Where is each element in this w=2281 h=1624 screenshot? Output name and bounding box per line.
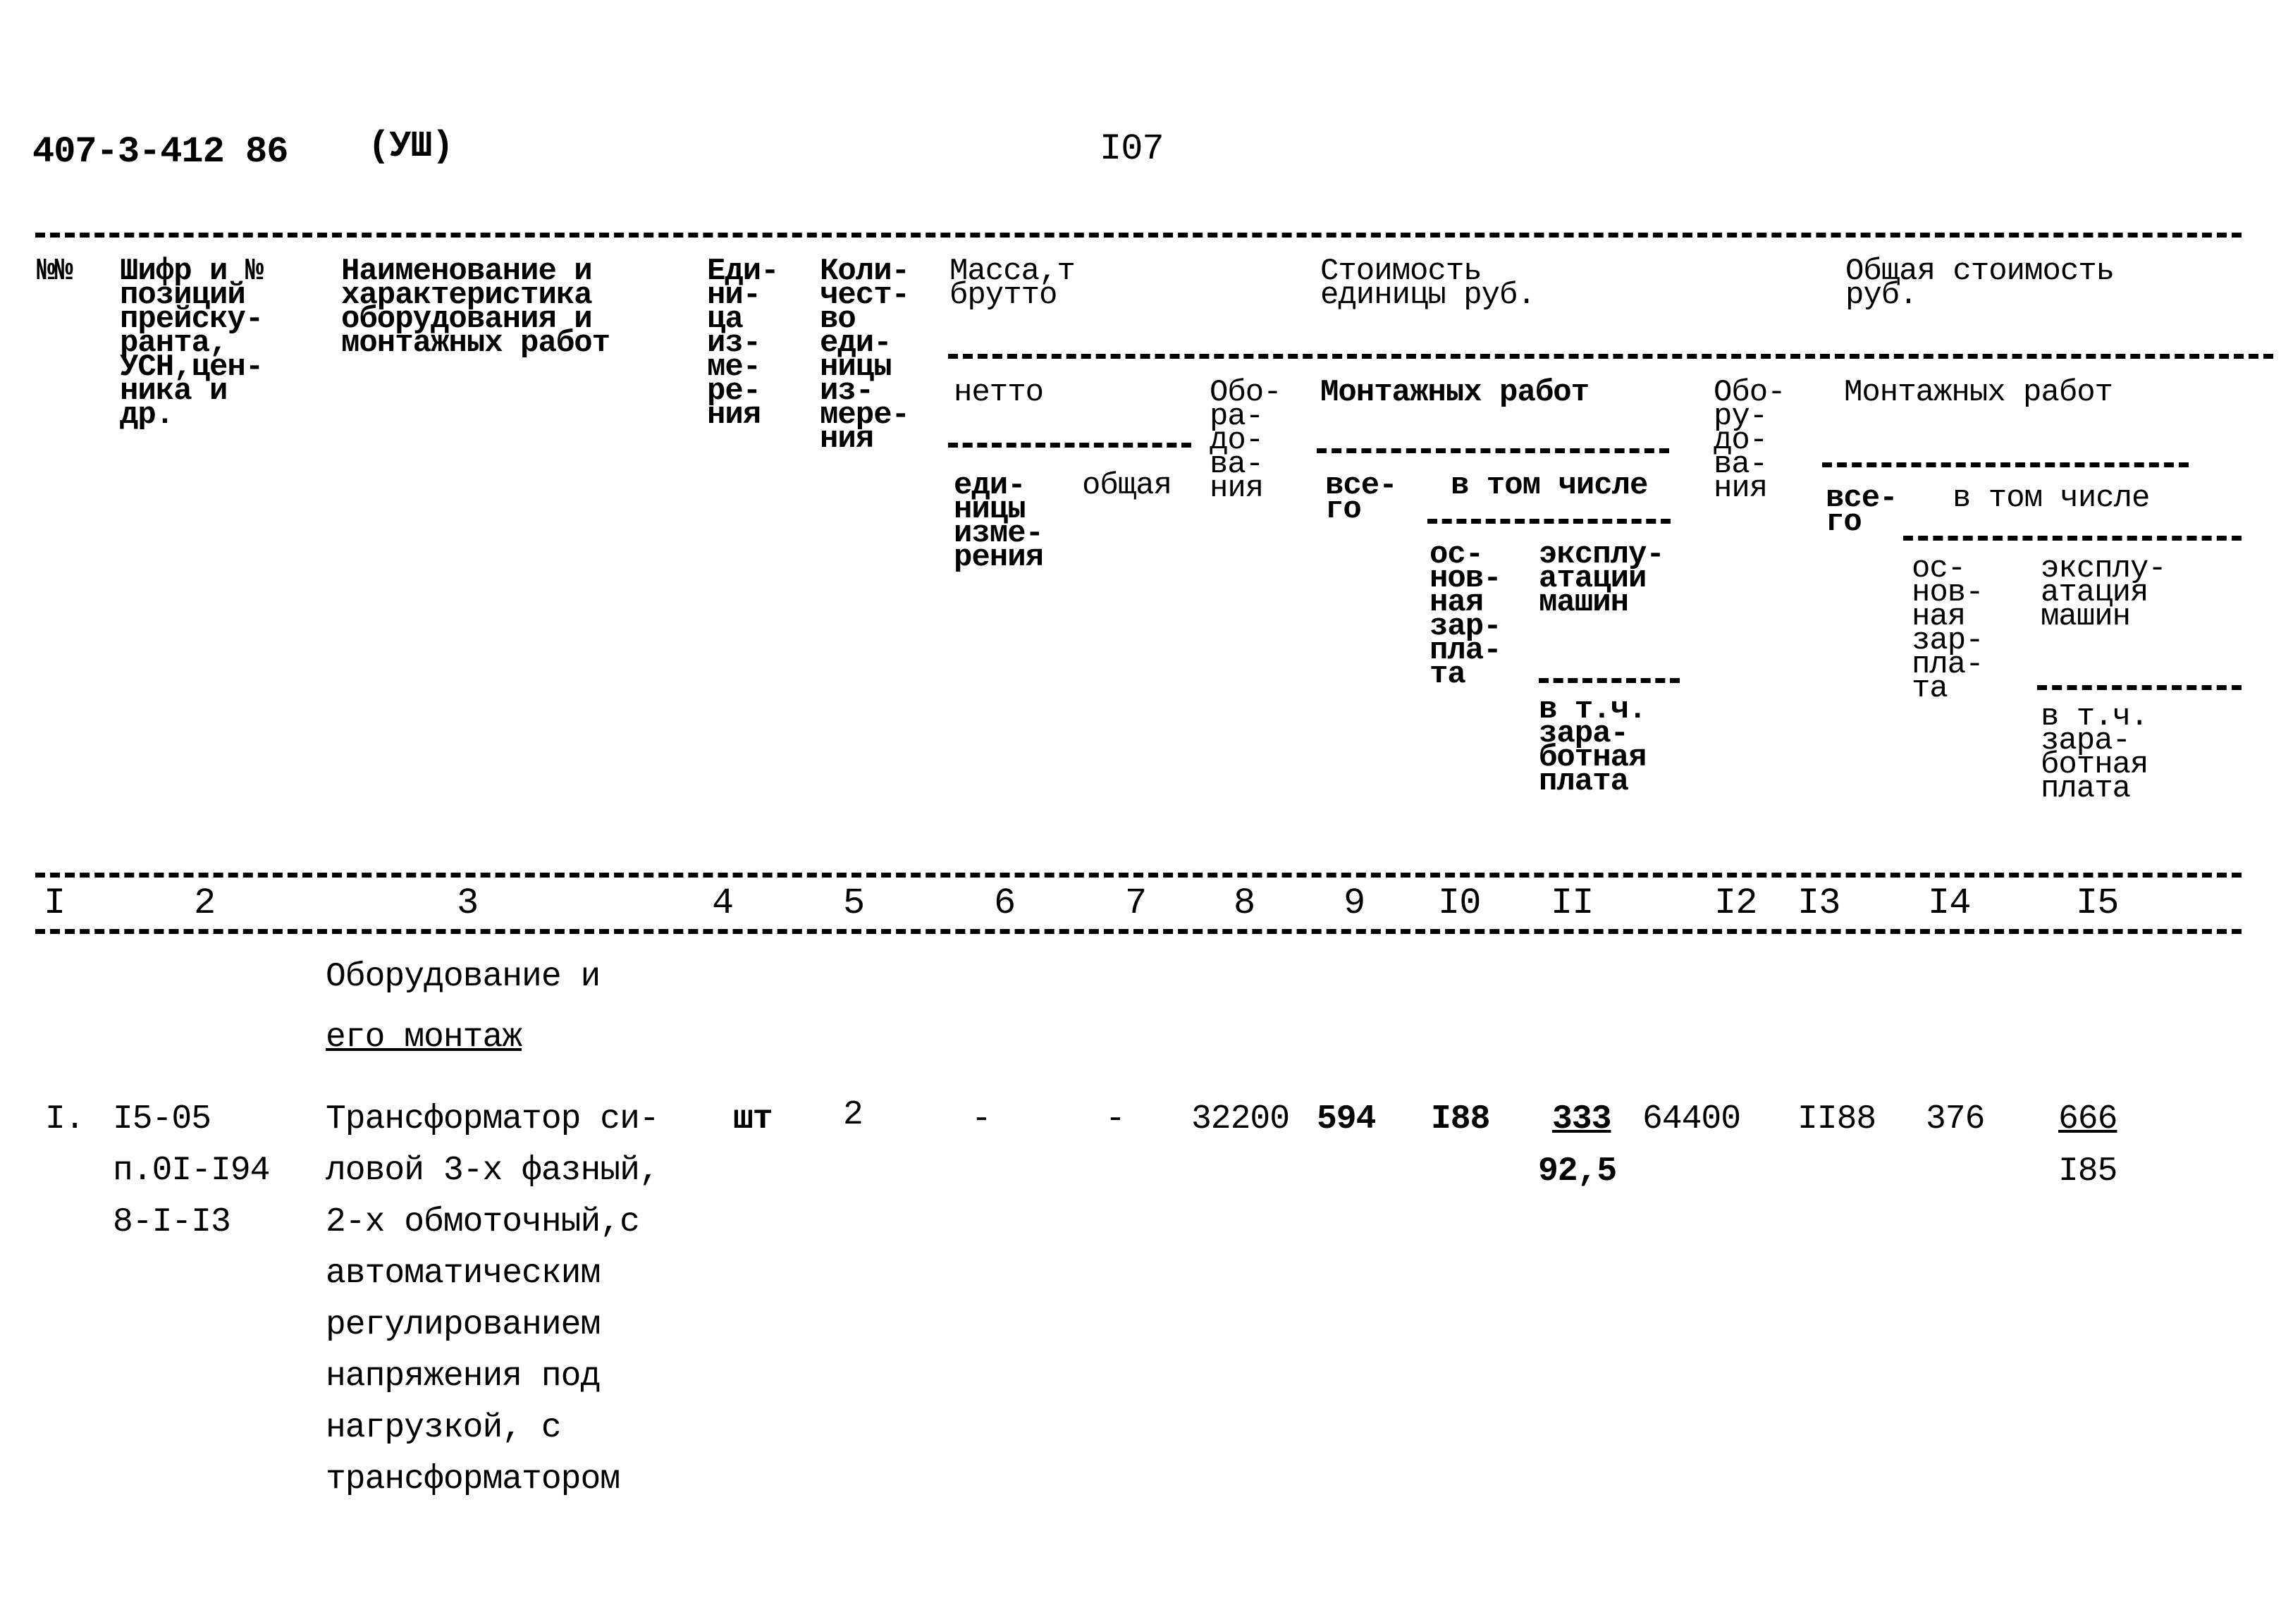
- header-col-number: №№: [37, 254, 73, 289]
- header-netto: нетто: [954, 375, 1044, 410]
- row-unit-base-salary: I88: [1431, 1100, 1490, 1138]
- header-rule-unit-machine: [1539, 678, 1680, 683]
- header-col-unit-mount-total: все- го: [1325, 468, 1398, 527]
- header-rule-total-machine: [2037, 685, 2242, 690]
- column-numbers-top-rule: [35, 873, 2242, 878]
- section-title-line1: Оборудование и: [326, 958, 601, 996]
- header-unit-mount-group: Монтажных работ: [1320, 375, 1590, 410]
- column-number: 3: [457, 882, 479, 924]
- column-number: I3: [1797, 882, 1840, 924]
- document-code: 407-3-412 86: [32, 131, 288, 173]
- header-unit-cost-group: Стоимость единицы руб.: [1320, 254, 1536, 313]
- header-col-unit: Еди- ни- ца из- ме- ре- ния: [707, 254, 780, 433]
- column-number: 9: [1344, 882, 1365, 924]
- header-top-rule: [35, 233, 2242, 238]
- column-number: 6: [994, 882, 1016, 924]
- row-number: I.: [45, 1100, 85, 1138]
- header-col-unit-equipment: Обо- ра- до- ва- ния: [1210, 375, 1282, 506]
- row-unit-machine: 333: [1552, 1100, 1611, 1138]
- row-quantity: 2: [843, 1096, 863, 1134]
- row-total-equipment: 64400: [1642, 1100, 1741, 1138]
- header-col-total-equipment: Обо- ру- до- ва- ния: [1714, 375, 1786, 506]
- header-rule-unit-incl: [1427, 519, 1671, 524]
- row-code: I5-05 п.0I-I94 8-I-I3: [113, 1100, 270, 1241]
- header-col-unit-base-salary: ос- нов- ная зар- пла- та: [1430, 537, 1502, 692]
- column-number: II: [1551, 882, 1594, 924]
- page-number: I07: [1100, 128, 1164, 170]
- section-label: (УШ): [368, 125, 454, 167]
- header-total-mount-group: Монтажных работ: [1844, 375, 2113, 410]
- section-title-line2: его монтаж: [326, 1019, 522, 1057]
- row-total-mount-total: II88: [1797, 1100, 1876, 1138]
- row-mass-total: -: [1105, 1100, 1126, 1138]
- column-number: 4: [712, 882, 734, 924]
- header-rule-netto: [948, 443, 1191, 448]
- column-number: I5: [2076, 882, 2119, 924]
- header-col-mass-unit: еди- ницы изме- рения: [954, 468, 1044, 575]
- column-number: I: [44, 882, 66, 924]
- header-col-mass-total: общая: [1082, 468, 1172, 503]
- row-unit-machine-salary: 92,5: [1538, 1152, 1617, 1191]
- row-unit: шт: [733, 1100, 773, 1138]
- header-col-code: Шифр и № позиций прейску- ранта, УСН,цен…: [120, 254, 264, 433]
- header-col-unit-machine-salary: в т.ч. зара- ботная плата: [1539, 692, 1647, 799]
- header-rule-2: [948, 354, 2273, 359]
- column-number: I4: [1928, 882, 1971, 924]
- header-col-unit-machine: эксплу- атации машин: [1539, 537, 1665, 620]
- header-col-total-mount-total: все- го: [1826, 481, 1898, 540]
- header-col-total-machine-salary: в т.ч. зара- ботная плата: [2041, 699, 2148, 806]
- header-unit-incl: в том числе: [1451, 468, 1648, 503]
- column-number: 5: [843, 882, 865, 924]
- header-total-cost-group: Общая стоимость руб.: [1845, 254, 2115, 313]
- header-rule-unit-mount: [1317, 448, 1669, 453]
- column-number: I2: [1714, 882, 1757, 924]
- row-mass-unit: -: [971, 1100, 992, 1138]
- header-col-quantity: Коли- чест- во еди- ницы из- мере- ния: [820, 254, 910, 457]
- header-col-total-base-salary: ос- нов- ная зар- пла- та: [1912, 551, 1984, 706]
- column-number: 8: [1234, 882, 1255, 924]
- header-rule-total-incl: [1903, 536, 2242, 541]
- row-total-machine-salary: I85: [2058, 1152, 2117, 1191]
- header-col-total-machine: эксплу- атация машин: [2041, 551, 2167, 634]
- row-unit-mount-total: 594: [1317, 1100, 1376, 1138]
- column-number: 2: [194, 882, 216, 924]
- header-mass-group: Масса,т брутто: [949, 254, 1076, 313]
- header-col-name: Наименование и характеристика оборудован…: [341, 254, 610, 361]
- row-unit-equipment: 32200: [1191, 1100, 1290, 1138]
- row-total-machine: 666: [2058, 1100, 2117, 1138]
- column-number: I0: [1438, 882, 1481, 924]
- header-rule-total-mount: [1822, 462, 2189, 467]
- column-number: 7: [1125, 882, 1147, 924]
- header-total-incl: в том числе: [1953, 481, 2150, 516]
- row-total-base-salary: 376: [1926, 1100, 1985, 1138]
- row-name: Трансформатор си- ловой 3-х фазный, 2-х …: [326, 1100, 660, 1499]
- column-numbers-bottom-rule: [35, 929, 2242, 934]
